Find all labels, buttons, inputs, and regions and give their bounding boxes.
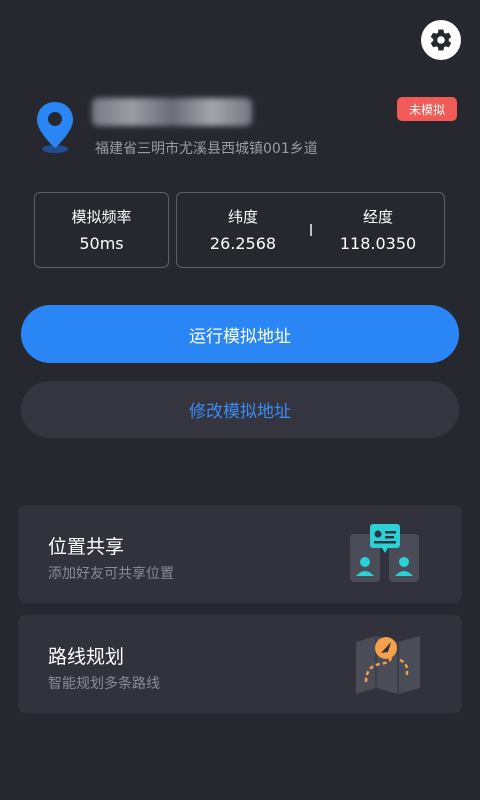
frequency-box[interactable] [34, 192, 169, 268]
redacted-phone-number [92, 98, 252, 126]
latitude-label: 纬度 [227, 208, 258, 226]
latitude-value: 26.2568 [209, 234, 277, 253]
settings-button[interactable] [421, 20, 461, 60]
location-pin-icon [37, 102, 73, 153]
frequency-value: 50ms [79, 234, 124, 253]
edit-address-button[interactable]: 修改模拟地址 [21, 381, 459, 438]
location-share-icon [350, 524, 419, 582]
route-map-icon [356, 636, 420, 694]
route-planning-title: 路线规划 [48, 646, 125, 668]
location-share-subtitle: 添加好友可共享位置 [48, 566, 174, 582]
longitude-value: 118.0350 [339, 234, 417, 253]
gear-icon [430, 29, 452, 51]
longitude-label: 经度 [362, 208, 393, 226]
frequency-label: 模拟频率 [71, 208, 132, 226]
location-share-title: 位置共享 [48, 536, 125, 558]
route-planning-card[interactable]: 路线规划 智能规划多条路线 [18, 615, 462, 713]
simulation-status-badge: 未模拟 [397, 97, 457, 121]
route-planning-subtitle: 智能规划多条路线 [48, 676, 160, 692]
run-simulation-button[interactable]: 运行模拟地址 [21, 305, 459, 363]
location-share-card[interactable]: 位置共享 添加好友可共享位置 [18, 505, 462, 603]
current-address: 福建省三明市尤溪县西城镇001乡道 [95, 141, 318, 157]
